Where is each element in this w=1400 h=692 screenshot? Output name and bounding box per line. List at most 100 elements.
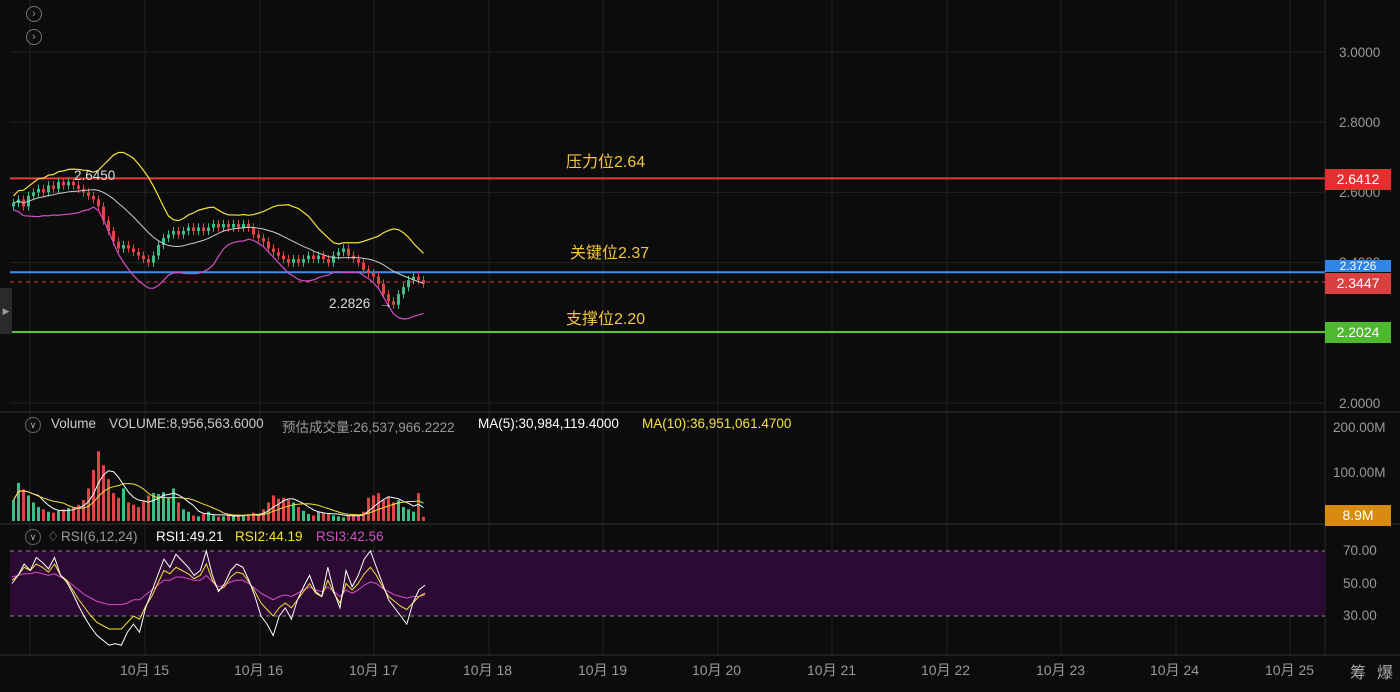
volume-bar (207, 511, 210, 521)
date-tick: 10月 25 (1265, 662, 1315, 678)
estimated-volume: 预估成交量:26,537,966.2222 (282, 420, 455, 435)
panel-collapse-handle[interactable]: ▶ (0, 288, 12, 334)
rsi-tick: 50.00 (1343, 576, 1377, 591)
candle-body (292, 259, 295, 263)
volume-bar (117, 497, 120, 521)
candle-body (357, 259, 360, 263)
candle-body (262, 238, 265, 242)
volume-collapse-icon[interactable]: ∨ (25, 417, 41, 433)
candle-body (202, 227, 205, 232)
candle-body (87, 192, 90, 196)
candle-body (317, 255, 320, 260)
volume-bar (222, 516, 225, 521)
candle-body (152, 255, 155, 263)
candle-body (252, 227, 255, 235)
expand-icon[interactable]: › (26, 6, 42, 22)
candle-body (312, 255, 315, 260)
volume-bar (37, 507, 40, 521)
volume-bar (317, 511, 320, 521)
volume-bar (82, 500, 85, 521)
volume-bar (232, 516, 235, 521)
volume-bar (377, 493, 380, 521)
candle-body (187, 227, 190, 232)
volume-bar (302, 510, 305, 521)
candle-body (167, 234, 170, 239)
volume-bar (227, 515, 230, 521)
high-annotation: 2.6450 (74, 168, 116, 183)
rsi2-value: RSI2:44.19 (235, 529, 303, 544)
support-tag: 2.2024 (1325, 322, 1391, 343)
candle-body (297, 259, 300, 263)
volume-tick: 200.00M (1333, 420, 1386, 435)
candle-body (157, 245, 160, 256)
volume-bar (337, 516, 340, 521)
bell-icon[interactable]: ♢ (47, 529, 59, 545)
candle-body (177, 231, 180, 235)
candle-body (287, 259, 290, 263)
candle-body (272, 248, 275, 253)
volume-ma10: MA(10):36,951,061.4700 (642, 416, 792, 431)
volume-bar (332, 515, 335, 521)
candle-body (132, 248, 135, 253)
candle-body (192, 227, 195, 232)
candle-body (92, 195, 95, 200)
candle-body (417, 276, 420, 281)
volume-ma5: MA(5):30,984,119.4000 (478, 416, 619, 431)
volume-bar (202, 514, 205, 521)
candle-body (332, 255, 335, 263)
volume-bar (137, 507, 140, 521)
volume-bar (162, 492, 165, 521)
chip-distribution-button[interactable]: 筹 (1350, 659, 1366, 683)
rsi-tick: 30.00 (1343, 608, 1377, 623)
price-tick: 2.8000 (1339, 115, 1381, 130)
date-tick: 10月 21 (807, 662, 857, 678)
date-tick: 10月 17 (349, 662, 399, 678)
volume-bar (412, 511, 415, 521)
candle-body (47, 185, 50, 193)
date-tick: 10月 16 (234, 662, 284, 678)
candle-body (372, 273, 375, 277)
rsi1-value: RSI1:49.21 (156, 529, 224, 544)
volume-bar (242, 515, 245, 521)
low-arrow-icon: → (379, 296, 393, 311)
volume-bar (177, 502, 180, 521)
candle-body (32, 192, 35, 196)
date-tick: 10月 19 (578, 662, 628, 678)
volume-bar (407, 509, 410, 521)
volume-bar (57, 510, 60, 521)
volume-bar (362, 511, 365, 521)
candle-body (407, 280, 410, 288)
volume-bar (307, 514, 310, 521)
candle-body (232, 223, 235, 228)
candle-body (197, 227, 200, 232)
rsi-collapse-icon[interactable]: ∨ (25, 529, 41, 545)
volume-value: VOLUME:8,956,563.6000 (109, 416, 264, 431)
candle-body (367, 269, 370, 274)
last-price-tag: 2.3447 (1325, 273, 1391, 294)
volume-bar (127, 502, 130, 521)
candle-body (222, 223, 225, 228)
volume-bar (22, 489, 25, 521)
expand-icon[interactable]: › (26, 29, 42, 45)
candle-body (122, 245, 125, 249)
volume-bar (312, 515, 315, 521)
candle-body (172, 231, 175, 235)
volume-bar (132, 504, 135, 521)
rsi-tick: 70.00 (1343, 543, 1377, 558)
candle-body (142, 255, 145, 260)
candle-body (182, 231, 185, 235)
low-annotation: 2.2826 (329, 296, 371, 311)
volume-bar (297, 507, 300, 521)
volume-bar (342, 517, 345, 521)
burst-button[interactable]: 爆 (1377, 659, 1393, 683)
candle-body (12, 202, 15, 207)
date-tick: 10月 23 (1036, 662, 1086, 678)
chart-canvas[interactable] (0, 0, 1400, 692)
volume-bar (252, 512, 255, 521)
volume-bar (382, 500, 385, 521)
volume-bar (167, 497, 170, 521)
candle-body (57, 181, 60, 189)
volume-bar (287, 500, 290, 521)
volume-bar (387, 497, 390, 521)
date-tick: 10月 22 (921, 662, 971, 678)
